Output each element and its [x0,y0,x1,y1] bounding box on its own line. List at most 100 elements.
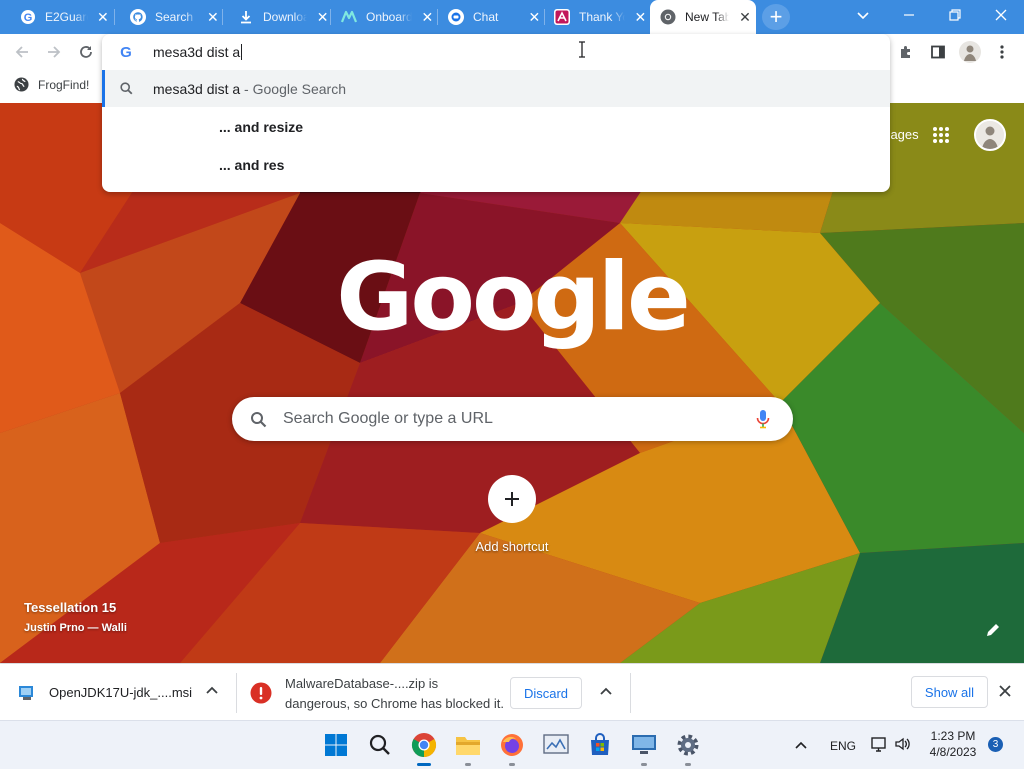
search-icon [120,82,133,95]
suggestion-query: ... and res [219,156,285,173]
firefox-icon [501,734,523,756]
tab-title: New Tab [685,10,729,24]
taskbar-app-monitor[interactable] [540,729,572,761]
clock[interactable]: 1:23 PM 4/8/2023 [920,728,986,760]
download-shelf: OpenJDK17U-jdk_....msi MalwareDatabase-.… [0,663,1024,721]
close-icon [995,9,1007,21]
tab-close-icon[interactable]: ✕ [206,9,220,25]
download-options-button[interactable] [204,683,220,699]
quick-settings-button[interactable] [870,736,912,752]
background-author[interactable]: Justin Prno — Walli [24,622,127,634]
chevron-up-icon [206,686,218,694]
profile-button[interactable] [956,38,984,66]
tab-close-icon[interactable]: ✕ [633,9,648,25]
tab-title: Search [155,10,194,24]
side-panel-button[interactable] [924,38,952,66]
google-icon: G [20,9,36,25]
omnibox-dropdown: G mesa3d dist a mesa3d dist a - Google S… [102,34,890,192]
address-bar[interactable]: G mesa3d dist a [102,34,890,70]
tab-title: Chat [473,10,499,24]
minimize-button[interactable] [886,0,932,30]
add-shortcut-button[interactable] [488,475,536,523]
ntp-search-box[interactable]: Search Google or type a URL [232,397,793,441]
tab-downloads[interactable]: Downloads ✕ [222,0,330,34]
running-indicator [641,763,647,766]
google-apps-button[interactable] [928,122,954,148]
kebab-menu-icon [1000,45,1004,59]
bookmark-frogfind[interactable]: FrogFind! [14,77,89,92]
show-all-button[interactable]: Show all [911,676,988,708]
taskbar-search-button[interactable] [364,729,396,761]
tab-onboarding[interactable]: Onboarding ✕ [325,0,435,34]
installer-file-icon [18,683,36,701]
tab-new-tab[interactable]: New Tab ✕ [650,0,756,34]
show-hidden-icons-button[interactable] [794,738,808,752]
reload-icon [80,46,92,58]
running-indicator [509,763,515,766]
forward-button[interactable] [40,38,68,66]
suggestion-item[interactable]: ... and resize [102,108,890,145]
background-title[interactable]: Tessellation 15 [24,600,116,615]
close-window-button[interactable] [978,0,1024,30]
customize-button[interactable] [978,617,1006,645]
taskbar-firefox[interactable] [496,729,528,766]
minimize-icon [904,14,914,16]
chevron-down-icon [857,12,869,20]
github-icon [130,9,146,25]
chart-window-icon [543,734,569,754]
windows-logo-icon [325,734,347,756]
chrome-icon [660,9,676,25]
tab-close-icon[interactable]: ✕ [96,9,110,25]
puzzle-icon [901,46,910,58]
tab-chat[interactable]: Chat ✕ [432,0,542,34]
tab-search-button[interactable] [840,0,886,30]
tab-search[interactable]: Search ✕ [114,0,220,34]
language-indicator[interactable]: ENG [830,739,856,753]
start-button[interactable] [320,729,352,761]
shelf-divider [630,673,631,713]
chrome-icon [411,733,437,757]
suggestion-item[interactable]: ... and res [102,146,890,183]
tab-title: Onboarding [366,10,412,24]
bookmark-label: FrogFind! [38,77,90,92]
pencil-icon [987,624,999,636]
arrow-right-icon [48,46,61,58]
folder-icon [456,737,480,755]
back-button[interactable] [8,38,36,66]
chrome-menu-button[interactable] [988,38,1016,66]
address-input-text[interactable]: mesa3d dist a [153,44,243,60]
new-tab-button[interactable]: + [762,4,790,30]
close-shelf-button[interactable] [998,684,1012,698]
suggestion-query: mesa3d dist a [153,80,241,97]
network-icon [871,737,886,752]
search-input[interactable]: Search Google or type a URL [283,410,493,428]
account-avatar[interactable] [974,119,1006,151]
tab-thank-you[interactable]: Thank You ✕ [538,0,648,34]
taskbar-store[interactable] [584,729,616,761]
add-shortcut-label[interactable]: Add shortcut [462,539,562,554]
taskbar-file-explorer[interactable] [452,729,484,766]
avatar-icon [959,41,981,63]
taskbar-settings[interactable] [672,729,704,766]
tab-strip: G E2Guardian ✕ Search ✕ Downloads ✕ Onbo… [0,0,1024,34]
restore-button[interactable] [932,0,978,30]
thank-you-icon [554,9,570,25]
chevron-up-icon [795,741,807,749]
suggestion-item[interactable]: mesa3d dist a - Google Search [102,70,890,107]
avatar-icon [976,121,1004,149]
taskbar-remote-desktop[interactable] [628,729,660,766]
discard-button[interactable]: Discard [510,677,582,709]
apps-grid-icon [933,127,949,143]
tab-close-icon[interactable]: ✕ [737,9,753,25]
tab-e2guardian[interactable]: G E2Guardian ✕ [4,0,110,34]
taskbar-chrome[interactable] [408,729,440,766]
microphone-icon[interactable] [756,409,770,429]
notification-badge[interactable]: 3 [988,737,1003,752]
active-indicator [417,763,431,766]
extensions-button[interactable] [892,38,920,66]
reload-button[interactable] [72,38,100,66]
running-indicator [465,763,471,766]
download-filename[interactable]: OpenJDK17U-jdk_....msi [49,685,192,700]
danger-icon [250,682,272,704]
download-options-button[interactable] [598,684,614,700]
